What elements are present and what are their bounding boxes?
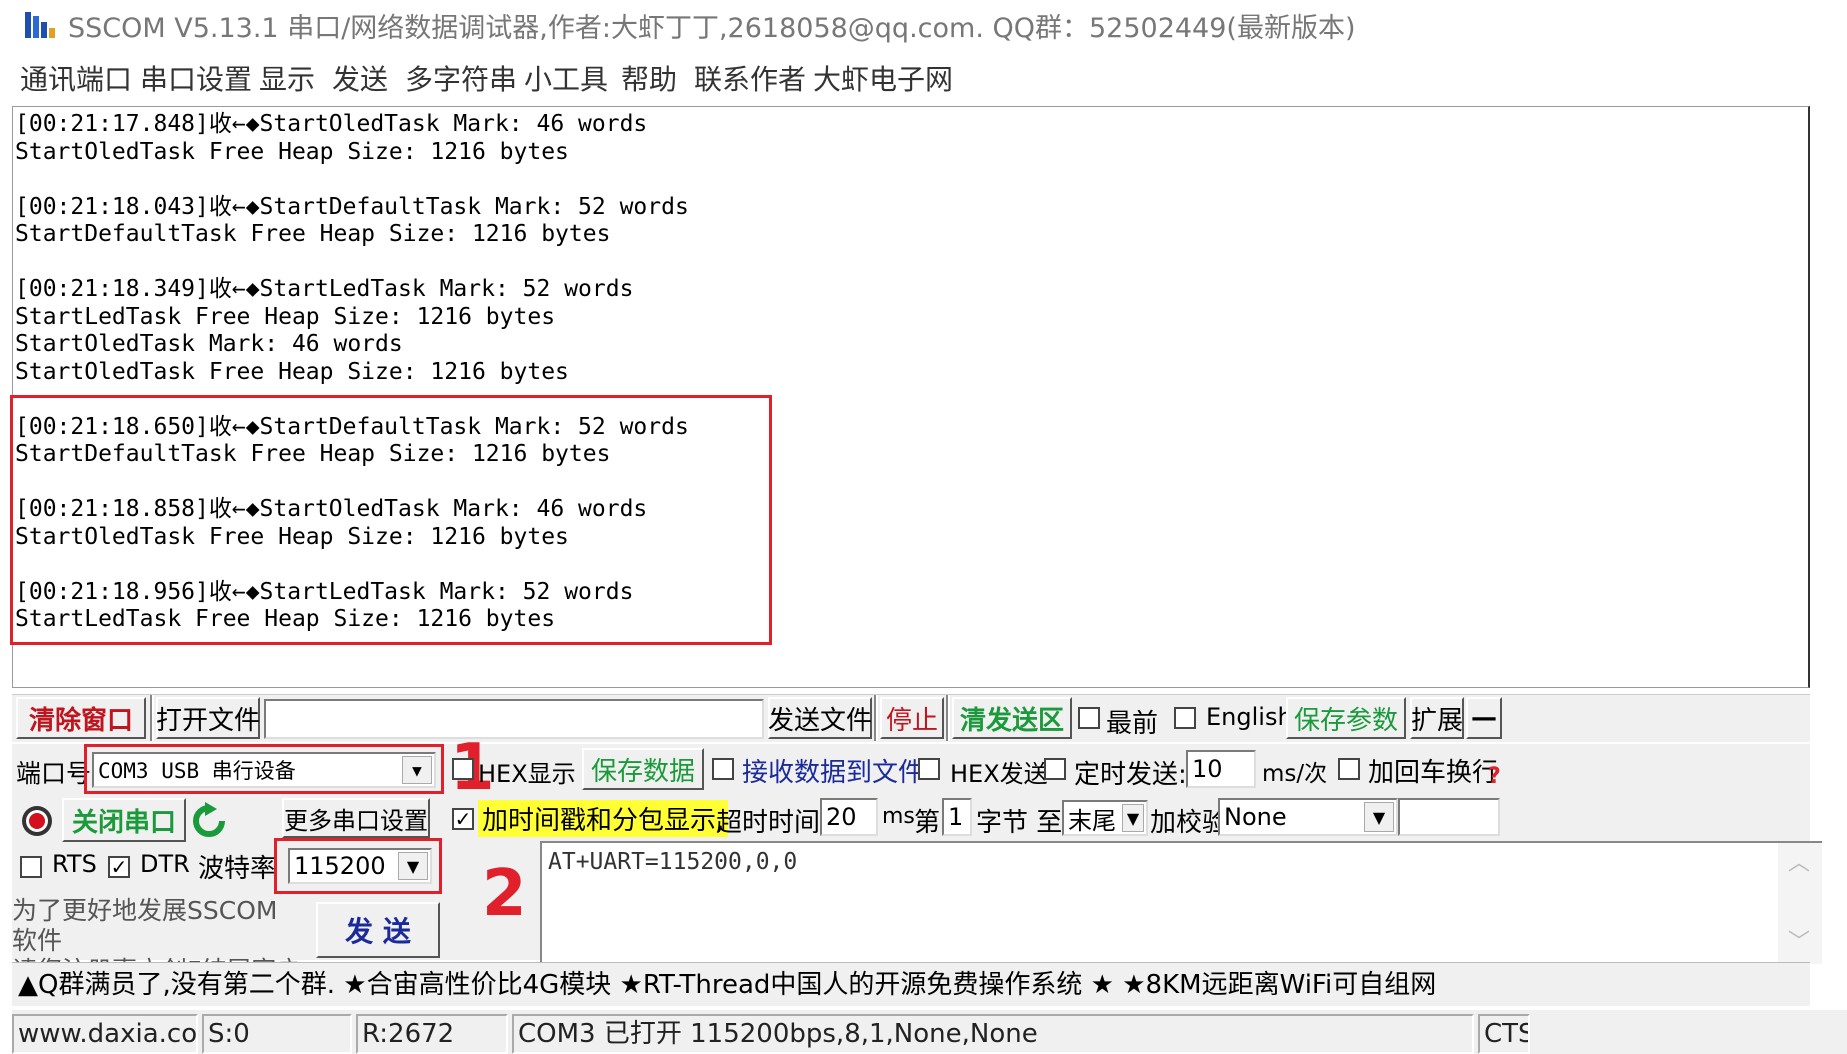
scroll-down-icon[interactable]: ﹀ — [1788, 924, 1810, 956]
baud-label: 波特率 — [198, 854, 277, 884]
timeout-input[interactable]: 20 — [820, 798, 878, 836]
log-line: StartOledTask Free Heap Size: 1216 bytes — [15, 358, 569, 385]
status-sent-count: S:0 — [202, 1014, 352, 1054]
send-file-button[interactable]: 发送文件 — [768, 697, 872, 739]
recv-to-file-label[interactable]: 接收数据到文件 — [742, 752, 924, 789]
status-cts: CTS=0 — [1478, 1014, 1530, 1054]
highlight-annotation-box — [10, 395, 772, 645]
byte-from-input[interactable]: 1 — [942, 798, 972, 836]
byte-to-value: 末尾 — [1068, 806, 1116, 835]
timestamp-label: 加时间戳和分包显示, — [478, 800, 729, 837]
timed-send-label: 定时发送: — [1074, 760, 1187, 790]
collapse-button[interactable]: — — [1466, 697, 1502, 739]
byte-to-select[interactable]: 末尾 ▼ — [1062, 800, 1148, 836]
status-bar: www.daxia.com S:0 R:2672 COM3 已打开 115200… — [12, 1010, 1847, 1054]
log-line: StartOledTask Mark: 46 words — [15, 331, 403, 357]
timed-interval-input[interactable]: 10 — [1186, 750, 1256, 788]
log-line: StartDefaultTask Free Heap Size: 1216 by… — [15, 221, 611, 247]
expand-button[interactable]: 扩展 — [1410, 697, 1464, 739]
timeout-label: 超时时间: — [716, 808, 829, 838]
port-status-icon — [22, 806, 52, 836]
menu-tools[interactable]: 小工具 — [524, 58, 608, 98]
timestamp-checkbox[interactable]: ✓ — [452, 808, 474, 830]
menu-comm-port[interactable]: 通讯端口 — [20, 58, 132, 98]
recv-to-file-checkbox[interactable] — [712, 758, 734, 780]
chevron-down-icon[interactable]: ▼ — [1364, 802, 1394, 832]
english-label: English — [1206, 703, 1293, 731]
hex-display-checkbox[interactable] — [452, 758, 474, 780]
status-site-link[interactable]: www.daxia.com — [12, 1014, 198, 1054]
hex-display-label: HEX显示 — [478, 760, 576, 788]
save-params-button[interactable]: 保存参数 — [1286, 697, 1406, 739]
more-serial-settings-button[interactable]: 更多串口设置 — [282, 798, 430, 838]
clear-send-button[interactable]: 清发送区 — [952, 697, 1072, 739]
rts-checkbox[interactable] — [20, 856, 42, 878]
menu-multi-string[interactable]: 多字符串 — [405, 58, 517, 98]
save-data-button[interactable]: 保存数据 — [582, 748, 704, 790]
byte-to-label: 字节 至 — [976, 808, 1063, 838]
menu-display[interactable]: 显示 — [259, 58, 315, 98]
send-input-area[interactable]: AT+UART=115200,0,0 ︿ ﹀ — [540, 841, 1822, 964]
checksum-value: None — [1224, 803, 1287, 831]
menu-send[interactable]: 发送 — [332, 58, 388, 98]
topmost-label: 最前 — [1106, 709, 1159, 739]
byte-from-label: 第 — [914, 808, 941, 838]
hex-send-label: HEX发送 — [950, 760, 1048, 788]
status-port-info: COM3 已打开 115200bps,8,1,None,None — [512, 1014, 1474, 1054]
menu-serial-settings[interactable]: 串口设置 — [140, 58, 252, 98]
close-port-button[interactable]: 关闭串口 — [62, 798, 186, 842]
settings-panel: 端口号 COM3 USB 串行设备 ▼ 1 HEX显示 保存数据 接收数据到文件… — [12, 736, 1822, 985]
rts-label: RTS — [52, 850, 97, 878]
topmost-checkbox[interactable] — [1078, 707, 1100, 729]
menu-bar: 通讯端口 串口设置 显示 发送 多字符串 小工具 帮助 联系作者 大虾电子网 — [0, 58, 1847, 102]
stop-button[interactable]: 停止 — [880, 697, 944, 739]
annotation-number-2: 2 — [482, 857, 527, 931]
status-received-count: R:2672 — [356, 1014, 508, 1054]
file-path-input[interactable] — [264, 699, 764, 739]
checksum-label: 加校验 — [1150, 808, 1229, 838]
checksum-result-field — [1398, 798, 1500, 836]
menu-help[interactable]: 帮助 — [621, 58, 677, 98]
open-file-button[interactable]: 打开文件 — [156, 697, 260, 739]
interval-unit-label: ms/次 — [1262, 761, 1328, 787]
annotation-frame-baud — [274, 838, 442, 894]
menu-contact-author[interactable]: 联系作者 — [694, 58, 806, 98]
timed-send-checkbox[interactable] — [1044, 758, 1066, 780]
log-line: [00:21:18.043]收←◆StartDefaultTask Mark: … — [15, 193, 689, 220]
log-line: [00:21:18.349]收←◆StartLedTask Mark: 52 w… — [15, 276, 634, 302]
menu-daxia-site[interactable]: 大虾电子网 — [813, 58, 953, 98]
add-crlf-label: 加回车换行 — [1368, 758, 1499, 788]
app-icon — [25, 12, 55, 38]
english-checkbox[interactable] — [1174, 707, 1196, 729]
toolbar: 清除窗口 打开文件 发送文件 停止 清发送区 最前 English 保存参数 扩… — [12, 694, 1810, 742]
send-button[interactable]: 发 送 — [316, 902, 440, 958]
annotation-frame-port — [84, 744, 444, 794]
log-line: [00:21:17.848]收←◆StartOledTask Mark: 46 … — [15, 111, 648, 137]
hex-send-checkbox[interactable] — [918, 758, 940, 780]
help-icon[interactable]: ? — [1488, 764, 1501, 789]
checksum-select[interactable]: None ▼ — [1218, 798, 1398, 836]
window-title: SSCOM V5.13.1 串口/网络数据调试器,作者:大虾丁丁,2618058… — [68, 13, 1356, 44]
chevron-down-icon[interactable]: ▼ — [1122, 804, 1144, 832]
log-line: StartOledTask Free Heap Size: 1216 bytes — [15, 138, 569, 165]
timeout-unit-label: ms — [882, 804, 915, 829]
port-label: 端口号 — [16, 759, 92, 788]
title-bar: SSCOM V5.13.1 串口/网络数据调试器,作者:大虾丁丁,2618058… — [0, 0, 1847, 46]
dtr-label: DTR — [140, 850, 190, 878]
clear-window-button[interactable]: 清除窗口 — [16, 697, 146, 739]
scroll-up-icon[interactable]: ︿ — [1788, 845, 1810, 877]
refresh-icon[interactable] — [190, 802, 228, 840]
add-crlf-checkbox[interactable] — [1338, 758, 1360, 780]
log-line: StartLedTask Free Heap Size: 1216 bytes — [15, 303, 556, 330]
send-input-text: AT+UART=115200,0,0 — [548, 849, 798, 875]
send-scrollbar[interactable]: ︿ ﹀ — [1778, 843, 1822, 964]
dtr-checkbox[interactable]: ✓ — [108, 856, 130, 878]
news-marquee[interactable]: ▲Q群满员了,没有第二个群. ★合宙高性价比4G模块 ★RT-Thread中国人… — [12, 962, 1810, 1006]
